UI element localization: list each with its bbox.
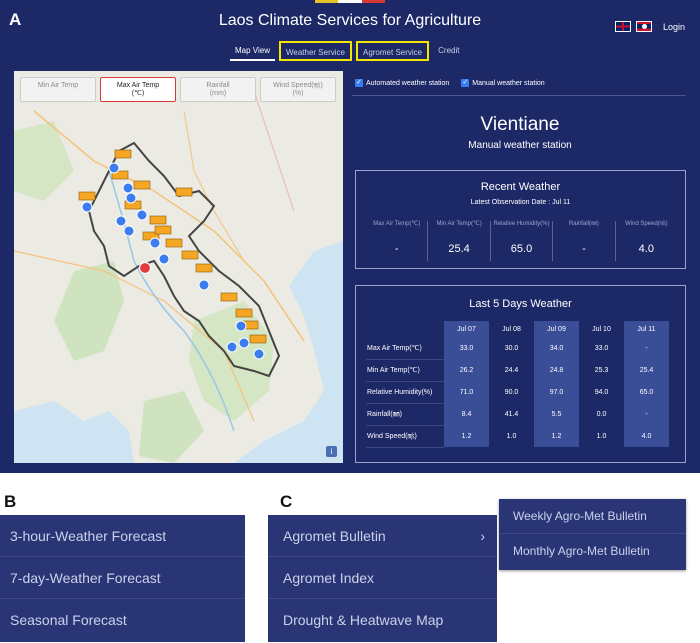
language-switcher: Login — [615, 21, 685, 32]
table-cell: 71.0 — [444, 381, 489, 403]
recent-rainfall: Rainfall(㎜) - — [552, 221, 614, 261]
table-row: Wind Speed(㎧) 1.2 1.0 1.2 1.0 4.0 — [366, 425, 669, 448]
table-cell: 25.3 — [594, 366, 609, 374]
station-name: Vientiane — [480, 114, 560, 135]
table-cell: 0.0 — [596, 410, 607, 418]
menu-item-agromet-index[interactable]: Agromet Index — [268, 557, 497, 599]
agromet-bulletin-submenu: Weekly Agro-Met Bulletin Monthly Agro-Me… — [499, 499, 686, 570]
top-color-stripe — [315, 0, 385, 3]
menu-item-agromet-bulletin[interactable]: Agromet Bulletin › — [268, 515, 497, 557]
table-cell: 26.2 — [444, 359, 489, 381]
table-cell: 90.0 — [504, 388, 519, 396]
table-cell: 24.8 — [534, 359, 579, 381]
table-cell: 97.0 — [534, 381, 579, 403]
table-cell: 8.4 — [444, 403, 489, 425]
table-row: Relative Humidity(%) 71.0 90.0 97.0 94.0… — [366, 381, 669, 404]
uk-flag-icon[interactable] — [615, 21, 631, 32]
table-header-row: Jul 07 Jul 08 Jul 09 Jul 10 Jul 11 — [366, 321, 669, 337]
submenu-item-weekly-bulletin[interactable]: Weekly Agro-Met Bulletin — [499, 499, 686, 534]
last-5-days-title: Last 5 Days Weather — [469, 298, 572, 310]
menu-item-7-day-forecast[interactable]: 7-day-Weather Forecast — [0, 557, 245, 599]
panel-a: A Laos Climate Services for Agriculture … — [0, 0, 700, 473]
app-title: Laos Climate Services for Agriculture — [218, 12, 482, 29]
station-filters: ✓ Automated weather station ✓ Manual wea… — [355, 79, 545, 87]
table-cell: 1.0 — [596, 432, 607, 440]
table-column-header: Jul 09 — [534, 321, 579, 337]
recent-weather-values: Max Air Temp(℃) - Min Air Temp(℃) 25.4 R… — [366, 221, 677, 261]
checkmark-icon: ✓ — [355, 79, 363, 87]
tab-weather-service[interactable]: Weather Service — [278, 41, 352, 61]
table-cell: - — [624, 403, 669, 425]
table-column-header: Jul 10 — [592, 325, 611, 333]
weather-service-menu: 3-hour-Weather Forecast 7-day-Weather Fo… — [0, 515, 245, 642]
table-row: Rainfall(㎜) 8.4 41.4 5.5 0.0 - — [366, 403, 669, 426]
table-cell: 4.0 — [624, 425, 669, 447]
submenu-item-monthly-bulletin[interactable]: Monthly Agro-Met Bulletin — [499, 534, 686, 569]
table-cell: 5.5 — [534, 403, 579, 425]
recent-relative-humidity: Relative Humidity(%) 65.0 — [489, 221, 552, 261]
recent-weather-title: Recent Weather — [480, 181, 561, 193]
table-cell: 1.2 — [444, 425, 489, 447]
menu-item-drought-heatwave-map[interactable]: Drought & Heatwave Map — [268, 599, 497, 641]
recent-wind-speed: Wind Speed(㎧) 4.0 — [614, 221, 677, 261]
checkmark-icon: ✓ — [461, 79, 470, 87]
menu-item-3-hour-forecast[interactable]: 3-hour-Weather Forecast — [0, 515, 245, 557]
row-label: Max Air Temp(℃) — [366, 337, 444, 360]
table-cell: - — [624, 337, 669, 359]
table-cell: 65.0 — [624, 381, 669, 403]
table-corner — [366, 321, 444, 337]
automated-station-checkbox[interactable]: ✓ Automated weather station — [355, 79, 449, 87]
table-row: Min Air Temp(℃) 26.2 24.4 24.8 25.3 25.4 — [366, 359, 669, 382]
station-map[interactable]: Min Air Temp Max Air Temp (℃) Rainfall (… — [14, 71, 343, 463]
station-type: Manual weather station — [468, 140, 572, 151]
row-label: Wind Speed(㎧) — [366, 425, 444, 448]
last-5-days-table: Jul 07 Jul 08 Jul 09 Jul 10 Jul 11 Max A… — [366, 321, 669, 448]
table-column-header: Jul 07 — [444, 321, 489, 337]
figure-label-c: C — [280, 492, 293, 511]
row-label: Relative Humidity(%) — [366, 381, 444, 404]
chevron-right-icon: › — [480, 528, 485, 544]
figure-label-b: B — [4, 492, 17, 511]
param-tab-min-air-temp[interactable]: Min Air Temp — [20, 77, 96, 102]
divider — [352, 95, 686, 96]
table-cell: 1.2 — [534, 425, 579, 447]
table-column-header: Jul 11 — [624, 321, 669, 337]
row-label: Min Air Temp(℃) — [366, 359, 444, 382]
tab-agromet-service[interactable]: Agromet Service — [355, 41, 430, 61]
table-row: Max Air Temp(℃) 33.0 30.0 34.0 33.0 - — [366, 337, 669, 360]
param-tab-rainfall[interactable]: Rainfall (mm) — [180, 77, 256, 102]
table-cell: 33.0 — [594, 344, 609, 352]
table-cell: 33.0 — [444, 337, 489, 359]
map-canvas — [14, 71, 343, 463]
tab-credit[interactable]: Credit — [433, 41, 464, 61]
lao-flag-icon[interactable] — [636, 21, 652, 32]
manual-station-checkbox[interactable]: ✓ Manual weather station — [461, 79, 545, 87]
recent-weather-card: Recent Weather Latest Observation Date :… — [355, 170, 686, 269]
agromet-service-menu: Agromet Bulletin › Agromet Index Drought… — [268, 515, 497, 642]
table-cell: 30.0 — [504, 344, 519, 352]
table-cell: 94.0 — [594, 388, 609, 396]
table-cell: 24.4 — [504, 366, 519, 374]
param-tab-wind-speed[interactable]: Wind Speed(㎧) (%) — [260, 77, 336, 102]
row-label: Rainfall(㎜) — [366, 403, 444, 426]
parameter-tabs: Min Air Temp Max Air Temp (℃) Rainfall (… — [20, 77, 336, 102]
table-cell: 41.4 — [504, 410, 519, 418]
login-link[interactable]: Login — [663, 22, 685, 32]
menu-item-seasonal-forecast[interactable]: Seasonal Forecast — [0, 599, 245, 641]
table-cell: 1.0 — [506, 432, 517, 440]
recent-max-air-temp: Max Air Temp(℃) - — [373, 221, 421, 255]
recent-min-air-temp: Min Air Temp(℃) 25.4 — [427, 221, 489, 261]
last-5-days-card: Last 5 Days Weather Jul 07 Jul 08 Jul 09… — [355, 285, 686, 463]
table-cell: 25.4 — [624, 359, 669, 381]
tab-map-view[interactable]: Map View — [230, 41, 275, 61]
latest-observation-date: Latest Observation Date : Jul 11 — [470, 199, 571, 206]
param-tab-max-air-temp[interactable]: Max Air Temp (℃) — [100, 77, 176, 102]
map-info-icon[interactable]: i — [326, 446, 337, 457]
table-column-header: Jul 08 — [502, 325, 521, 333]
table-cell: 34.0 — [534, 337, 579, 359]
main-nav: Map View Weather Service Agromet Service… — [230, 41, 464, 61]
